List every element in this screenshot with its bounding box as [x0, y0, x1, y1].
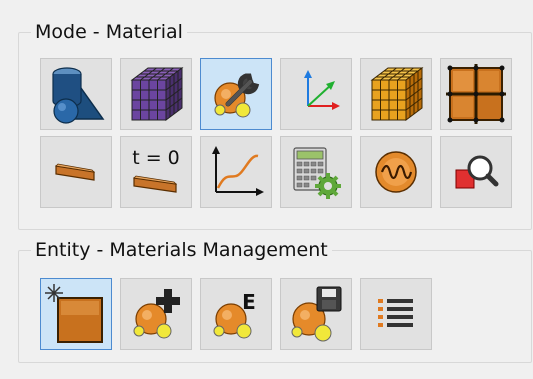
plane-grid-icon [446, 64, 506, 124]
save-material-button[interactable] [280, 278, 352, 350]
new-material-icon [45, 284, 103, 343]
mesh-cube-icon [130, 67, 184, 121]
curve-plot-icon [212, 146, 264, 196]
edit-material-button[interactable]: E [200, 278, 272, 350]
list-materials-button[interactable] [360, 278, 432, 350]
plane-grid-button[interactable] [440, 58, 512, 130]
calculator-button[interactable] [280, 136, 352, 208]
zoom-inspect-icon [455, 155, 499, 189]
coordinate-axes-icon [304, 70, 340, 110]
initial-condition-button[interactable]: t = 0 [120, 136, 192, 208]
shell-button[interactable] [40, 136, 112, 208]
t-zero-label: t = 0 [132, 147, 180, 169]
edit-material-icon: E [213, 290, 256, 339]
wave-function-icon [375, 151, 417, 193]
calculator-gear-icon [293, 147, 341, 199]
save-material-icon [291, 286, 342, 342]
cube-grid-button[interactable] [360, 58, 432, 130]
inspect-button[interactable] [440, 136, 512, 208]
ribbon-panel: Mode - Material t = 0 Entity - Materials… [8, 8, 532, 372]
edit-e-label: E [242, 290, 256, 314]
mesh-cube-button[interactable] [120, 58, 192, 130]
wave-button[interactable] [360, 136, 432, 208]
orange-cube-grid-icon [370, 67, 424, 121]
entity-group-title: Entity - Materials Management [31, 238, 332, 262]
list-icon [378, 299, 413, 327]
shell-plate-icon [55, 163, 96, 181]
curve-plot-button[interactable] [200, 136, 272, 208]
add-material-icon [133, 289, 180, 339]
geometry-shapes-icon [52, 67, 105, 124]
material-wrench-icon [214, 73, 260, 118]
initial-condition-icon: t = 0 [132, 147, 180, 193]
shapes-button[interactable] [40, 58, 112, 130]
material-tool-button[interactable] [200, 58, 272, 130]
axes-button[interactable] [280, 58, 352, 130]
add-material-button[interactable] [120, 278, 192, 350]
mode-group-title: Mode - Material [31, 20, 187, 44]
new-material-button[interactable] [40, 278, 112, 350]
